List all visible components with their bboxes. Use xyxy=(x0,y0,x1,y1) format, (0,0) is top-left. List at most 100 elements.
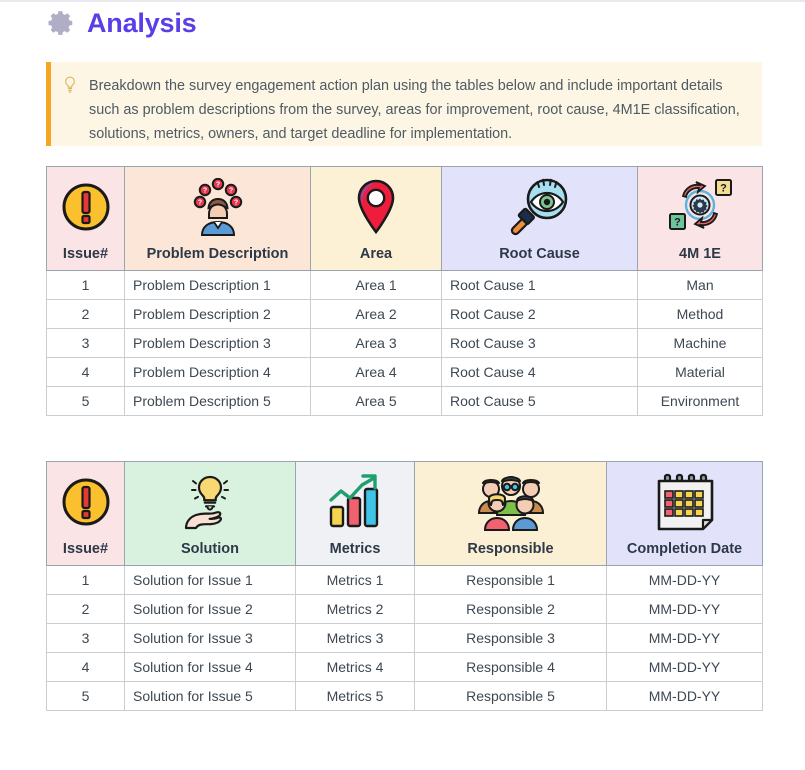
table-cell[interactable]: Solution for Issue 1 xyxy=(124,565,296,595)
column-header-label: Issue# xyxy=(62,246,109,262)
column-header-solution: Solution xyxy=(124,461,296,566)
column-header-label: Metrics xyxy=(329,541,381,557)
table-cell[interactable]: Responsible 1 xyxy=(414,565,607,595)
table-cell[interactable]: MM-DD-YY xyxy=(606,681,763,711)
table-cell[interactable]: Man xyxy=(637,270,763,300)
table-cell[interactable]: Root Cause 3 xyxy=(441,328,638,358)
table-cell[interactable]: Method xyxy=(637,299,763,329)
table-cell[interactable]: Area 3 xyxy=(310,328,442,358)
column-header-4m1e: ? ? 4M 1E xyxy=(637,166,763,271)
table-cell[interactable]: Metrics 1 xyxy=(295,565,415,595)
column-header-responsible: Responsible xyxy=(414,461,607,566)
issue-analysis-table: Issue# ??? ?? Problem Description Area R… xyxy=(46,166,763,416)
page-header: Analysis xyxy=(46,8,197,38)
table-cell[interactable]: Solution for Issue 2 xyxy=(124,594,296,624)
table-cell[interactable]: MM-DD-YY xyxy=(606,594,763,624)
column-header-area: Area xyxy=(310,166,442,271)
table-cell[interactable]: Root Cause 2 xyxy=(441,299,638,329)
table-cell[interactable]: MM-DD-YY xyxy=(606,623,763,653)
column-header-label: Problem Description xyxy=(146,246,289,262)
svg-text:?: ? xyxy=(197,200,201,207)
table-body: 1 Problem Description 1 Area 1 Root Cause 1… xyxy=(46,270,763,416)
table-cell[interactable]: 3 xyxy=(46,328,125,358)
table-body: 1 Solution for Issue 1 Metrics 1 Responsibl… xyxy=(46,565,763,711)
table-cell[interactable]: 5 xyxy=(46,386,125,416)
table-cell[interactable]: Root Cause 1 xyxy=(441,270,638,300)
table-cell[interactable]: Solution for Issue 4 xyxy=(124,652,296,682)
map-pin-icon xyxy=(311,173,441,241)
table-row: 4 Problem Description 4 Area 4 Root Cause 4… xyxy=(46,357,763,387)
table-cell[interactable]: Area 2 xyxy=(310,299,442,329)
person-questions-icon: ??? ?? xyxy=(125,173,310,241)
callout-text: Breakdown the survey engagement action p… xyxy=(89,78,740,143)
column-header-issue: Issue# xyxy=(46,461,125,566)
gear-arrows-question-icon: ? ? xyxy=(638,173,762,241)
table-cell[interactable]: Responsible 3 xyxy=(414,623,607,653)
table-header-row: Issue# Solution Metrics Responsible Comp… xyxy=(46,461,763,566)
table-row: 2 Problem Description 2 Area 2 Root Cause 2… xyxy=(46,299,763,329)
table-cell[interactable]: 1 xyxy=(46,270,125,300)
table-cell[interactable]: Problem Description 2 xyxy=(124,299,311,329)
column-header-root-cause: Root Cause xyxy=(441,166,638,271)
table-cell[interactable]: Problem Description 1 xyxy=(124,270,311,300)
exclamation-circle-icon xyxy=(47,468,124,536)
table-cell[interactable]: Problem Description 3 xyxy=(124,328,311,358)
column-header-label: Area xyxy=(359,246,393,262)
table-cell[interactable]: Material xyxy=(637,357,763,387)
svg-text:?: ? xyxy=(674,217,681,229)
gear-icon xyxy=(46,8,76,38)
table-cell[interactable]: Problem Description 5 xyxy=(124,386,311,416)
solution-plan-table: Issue# Solution Metrics Responsible Comp… xyxy=(46,461,763,711)
table-cell[interactable]: Problem Description 4 xyxy=(124,357,311,387)
magnifier-eye-icon xyxy=(442,173,637,241)
column-header-label: Solution xyxy=(181,541,239,557)
table-cell[interactable]: 3 xyxy=(46,623,125,653)
svg-text:?: ? xyxy=(202,188,206,195)
svg-text:?: ? xyxy=(720,183,727,195)
table-cell[interactable]: Metrics 5 xyxy=(295,681,415,711)
table-row: 5 Problem Description 5 Area 5 Root Cause 5… xyxy=(46,386,763,416)
table-row: 3 Solution for Issue 3 Metrics 3 Responsibl… xyxy=(46,623,763,653)
people-group-icon xyxy=(415,468,606,536)
column-header-problem-description: ??? ?? Problem Description xyxy=(124,166,311,271)
table-cell[interactable]: 4 xyxy=(46,652,125,682)
table-cell[interactable]: Responsible 5 xyxy=(414,681,607,711)
document-page: Analysis Breakdown the survey engagement… xyxy=(0,0,805,770)
table-cell[interactable]: 5 xyxy=(46,681,125,711)
column-header-label: Completion Date xyxy=(626,541,743,557)
table-cell[interactable]: Area 4 xyxy=(310,357,442,387)
table-cell[interactable]: MM-DD-YY xyxy=(606,565,763,595)
table-cell[interactable]: Responsible 4 xyxy=(414,652,607,682)
table-cell[interactable]: 2 xyxy=(46,594,125,624)
table-cell[interactable]: Machine xyxy=(637,328,763,358)
table-cell[interactable]: Metrics 4 xyxy=(295,652,415,682)
table-cell[interactable]: Solution for Issue 3 xyxy=(124,623,296,653)
table-cell[interactable]: Metrics 3 xyxy=(295,623,415,653)
table-row: 1 Problem Description 1 Area 1 Root Cause 1… xyxy=(46,270,763,300)
column-header-label: Responsible xyxy=(467,541,554,557)
table-row: 4 Solution for Issue 4 Metrics 4 Responsibl… xyxy=(46,652,763,682)
column-header-label: Root Cause xyxy=(499,246,580,262)
table-cell[interactable]: Root Cause 4 xyxy=(441,357,638,387)
table-cell[interactable]: 1 xyxy=(46,565,125,595)
lightbulb-icon xyxy=(63,74,77,99)
svg-text:?: ? xyxy=(233,200,237,207)
table-cell[interactable]: 4 xyxy=(46,357,125,387)
table-row: 1 Solution for Issue 1 Metrics 1 Responsibl… xyxy=(46,565,763,595)
svg-text:?: ? xyxy=(215,182,219,189)
table-cell[interactable]: Area 5 xyxy=(310,386,442,416)
table-cell[interactable]: 2 xyxy=(46,299,125,329)
table-cell[interactable]: Root Cause 5 xyxy=(441,386,638,416)
table-row: 2 Solution for Issue 2 Metrics 2 Responsibl… xyxy=(46,594,763,624)
instruction-callout: Breakdown the survey engagement action p… xyxy=(46,62,762,146)
table-cell[interactable]: MM-DD-YY xyxy=(606,652,763,682)
column-header-label: 4M 1E xyxy=(679,246,721,262)
column-header-completion-date: Completion Date xyxy=(606,461,763,566)
column-header-metrics: Metrics xyxy=(295,461,415,566)
table-cell[interactable]: Metrics 2 xyxy=(295,594,415,624)
column-header-label: Issue# xyxy=(62,541,109,557)
table-cell[interactable]: Responsible 2 xyxy=(414,594,607,624)
table-cell[interactable]: Area 1 xyxy=(310,270,442,300)
table-cell[interactable]: Environment xyxy=(637,386,763,416)
table-cell[interactable]: Solution for Issue 5 xyxy=(124,681,296,711)
